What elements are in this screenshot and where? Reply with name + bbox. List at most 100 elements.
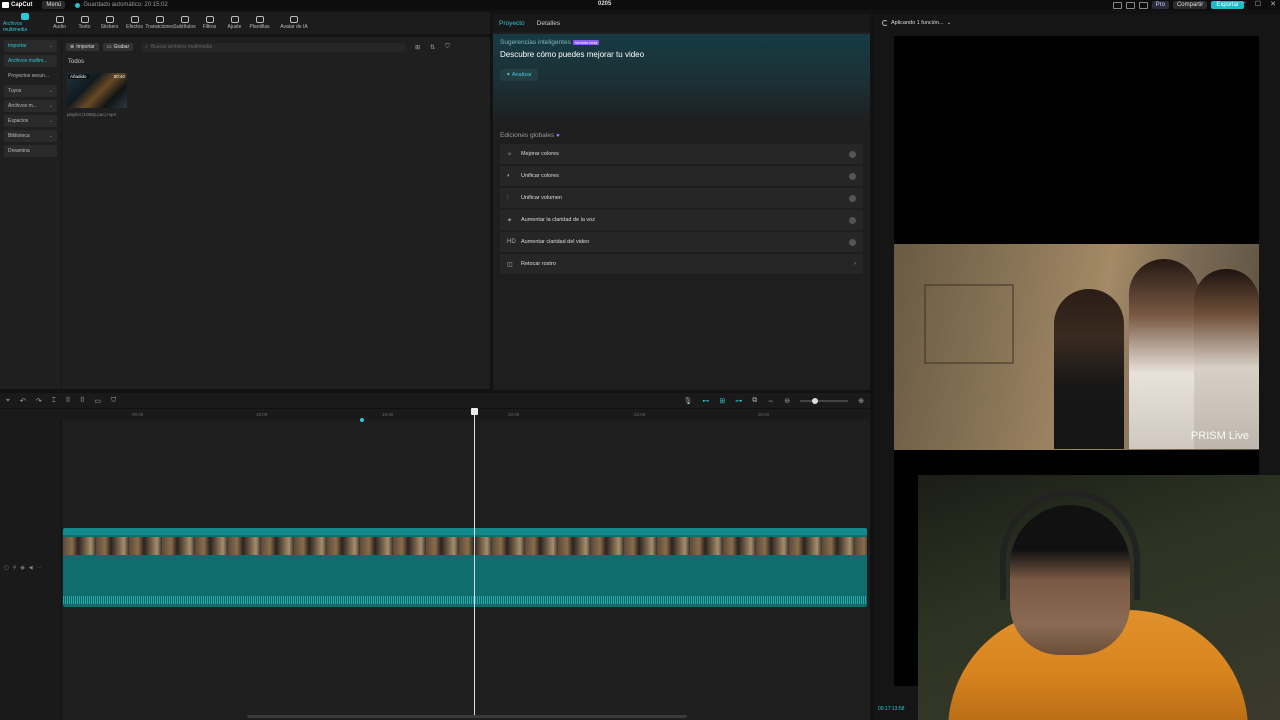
filter-icon[interactable]: ⛉ xyxy=(445,44,450,51)
prism-live-watermark: PRISM Live xyxy=(1190,430,1249,442)
global-item-enhance-colors[interactable]: ✧ Mejorar colores xyxy=(500,144,863,164)
eye-icon[interactable]: ◉ xyxy=(20,565,24,571)
redo-icon[interactable]: ↷ xyxy=(36,397,42,405)
zoom-out-icon[interactable]: ⊖ xyxy=(784,397,790,405)
close-icon[interactable]: ✕ xyxy=(1270,0,1276,8)
global-item-retouch-face[interactable]: ◫ Retocar rostro › xyxy=(500,254,863,274)
app-name: CapCut xyxy=(11,2,33,8)
media-search-input[interactable]: ⌕ Buscar archivos multimedia xyxy=(141,42,406,52)
magnet-link-icon[interactable]: ⊷ xyxy=(702,397,709,405)
global-edits-title: Ediciones globales ● xyxy=(500,132,560,139)
global-item-label: Retocar rostro xyxy=(521,261,556,267)
toggle-switch[interactable] xyxy=(849,194,856,202)
toggle-switch[interactable] xyxy=(849,172,856,180)
tool-filters[interactable]: Filtros xyxy=(197,12,222,34)
split-icon[interactable]: ⌶ xyxy=(52,397,56,405)
global-item-video-clarity[interactable]: HD Aumentar claridad del video xyxy=(500,232,863,252)
export-button[interactable]: Exportar xyxy=(1211,1,1244,9)
track-thumbnail-icon[interactable]: ▢ xyxy=(4,565,9,571)
zoom-in-icon[interactable]: ⊕ xyxy=(858,397,864,405)
media-thumbnail[interactable]: Añadido 00:40 xyxy=(67,73,127,108)
linkage-icon[interactable]: ⊶ xyxy=(735,397,742,405)
toggle-switch[interactable] xyxy=(849,238,856,246)
sort-icon[interactable]: ⇅ xyxy=(430,44,435,51)
global-item-unify-volume[interactable]: ⫶ Unificar volumen xyxy=(500,188,863,208)
sidebar-item-yours[interactable]: Tuyos ⌄ xyxy=(4,85,57,97)
more-icon[interactable]: ⋯ xyxy=(37,565,42,571)
preview-axis-icon[interactable]: ⧉ xyxy=(752,397,757,405)
zoom-slider[interactable] xyxy=(800,398,849,404)
ruler-tick: 15:00 xyxy=(382,412,394,417)
tool-adjust[interactable]: Ajuste xyxy=(222,12,247,34)
tool-audio[interactable]: Audio xyxy=(47,12,72,34)
ruler-tick: 10:00 xyxy=(256,412,268,417)
fit-icon[interactable]: ⇔ xyxy=(767,398,774,405)
tab-details[interactable]: Detalles xyxy=(537,20,560,27)
maximize-icon[interactable]: ☐ xyxy=(1255,0,1261,8)
sidebar-item-media-files[interactable]: Archivos multim... xyxy=(4,55,57,67)
analyze-button[interactable]: ✦ Analizar xyxy=(500,69,538,81)
global-item-voice-clarity[interactable]: ✦ Aumentar la claridad de la voz xyxy=(500,210,863,230)
capcut-logo-icon xyxy=(2,2,9,8)
feedback-icon[interactable] xyxy=(1138,1,1148,9)
tool-effects[interactable]: Efectos xyxy=(122,12,147,34)
sidebar-item-spaces[interactable]: Espacios ⌄ xyxy=(4,115,57,127)
shield-icon[interactable]: ⛉ xyxy=(111,397,116,405)
tool-text[interactable]: Texto xyxy=(72,12,97,34)
pro-button[interactable]: Pro xyxy=(1151,1,1169,9)
window-controls: ─ ☐ ✕ xyxy=(1241,0,1276,8)
shortcuts-icon[interactable] xyxy=(1125,1,1135,9)
sidebar-item-sub-projects[interactable]: Proyectos secun... xyxy=(4,70,57,82)
toggle-switch[interactable] xyxy=(849,150,856,158)
tool-ai-avatar[interactable]: Avatar de IA xyxy=(272,12,316,34)
tool-templates[interactable]: Plantillas xyxy=(247,12,272,34)
split-left-icon[interactable]: ⌷ xyxy=(66,397,70,405)
delete-icon[interactable]: ▭ xyxy=(94,397,101,405)
playhead[interactable] xyxy=(474,410,475,715)
select-tool-icon[interactable]: ⌖ xyxy=(6,397,10,405)
chevron-down-icon[interactable]: ⌄ xyxy=(947,20,952,26)
sidebar-item-import[interactable]: Importar ⌄ xyxy=(4,40,57,52)
layout-icon[interactable] xyxy=(1112,1,1122,9)
chevron-right-icon: › xyxy=(854,261,856,267)
media-filter-label[interactable]: Todos xyxy=(68,59,84,65)
tool-label: Plantillas xyxy=(249,24,270,30)
timeline-marker[interactable] xyxy=(360,418,364,422)
split-right-icon[interactable]: ⌷ xyxy=(80,397,84,405)
undo-icon[interactable]: ↶ xyxy=(20,397,26,405)
sidebar-item-library[interactable]: Biblioteca ⌄ xyxy=(4,130,57,142)
track-area[interactable]: ▢ ⚲ ◉ ◀ ⋯ xyxy=(0,420,870,720)
capcut-logo: CapCut xyxy=(2,2,32,8)
video-clip[interactable] xyxy=(63,528,867,607)
tab-project[interactable]: Proyecto xyxy=(499,20,525,27)
share-button[interactable]: Compartir xyxy=(1172,1,1208,9)
tool-subtitles[interactable]: Subtítulos xyxy=(172,12,197,34)
sidebar-item-dreamina[interactable]: Dreamina xyxy=(4,145,57,157)
toggle-switch[interactable] xyxy=(849,216,856,224)
lock-icon[interactable]: ⚲ xyxy=(13,565,17,571)
global-item-unify-colors[interactable]: ◐ Unificar colores xyxy=(500,166,863,186)
grid-view-icon[interactable]: ⊞ xyxy=(415,44,420,51)
import-button[interactable]: ⊕ Importar xyxy=(66,43,99,51)
auto-snap-icon[interactable]: ⊞ xyxy=(719,397,725,405)
tool-label: Stickers xyxy=(100,24,119,30)
track-controls: ▢ ⚲ ◉ ◀ ⋯ xyxy=(4,565,42,571)
timeline-ruler[interactable]: 00:00 10:00 15:00 20:00 25:00 30:00 xyxy=(64,410,870,420)
tool-media[interactable]: Archivos multimedia xyxy=(3,12,47,34)
microphone-icon[interactable]: 🎙 xyxy=(683,397,692,405)
zoom-slider-knob[interactable] xyxy=(812,398,819,404)
preview-header: Aplicando 1 función... ⌄ xyxy=(874,14,1280,32)
record-button[interactable]: ▭ Grabar xyxy=(102,43,134,51)
media-sidebar: Importar ⌄ Archivos multim... Proyectos s… xyxy=(0,37,62,389)
minimize-icon[interactable]: ─ xyxy=(1241,0,1246,8)
sidebar-item-files[interactable]: Archivos m... ⌄ xyxy=(4,100,57,112)
tool-stickers[interactable]: Stickers xyxy=(97,12,122,34)
sidebar-item-label: Proyectos secun... xyxy=(8,73,50,79)
sidebar-item-label: Dreamina xyxy=(8,148,30,154)
tool-transitions[interactable]: Transiciones xyxy=(145,12,174,34)
transition-icon xyxy=(155,16,164,23)
menu-button[interactable]: Menú xyxy=(42,1,66,9)
speaker-icon[interactable]: ◀ xyxy=(29,565,33,571)
project-title[interactable]: 0205 xyxy=(598,1,611,7)
timeline-scrollbar[interactable] xyxy=(247,715,687,718)
